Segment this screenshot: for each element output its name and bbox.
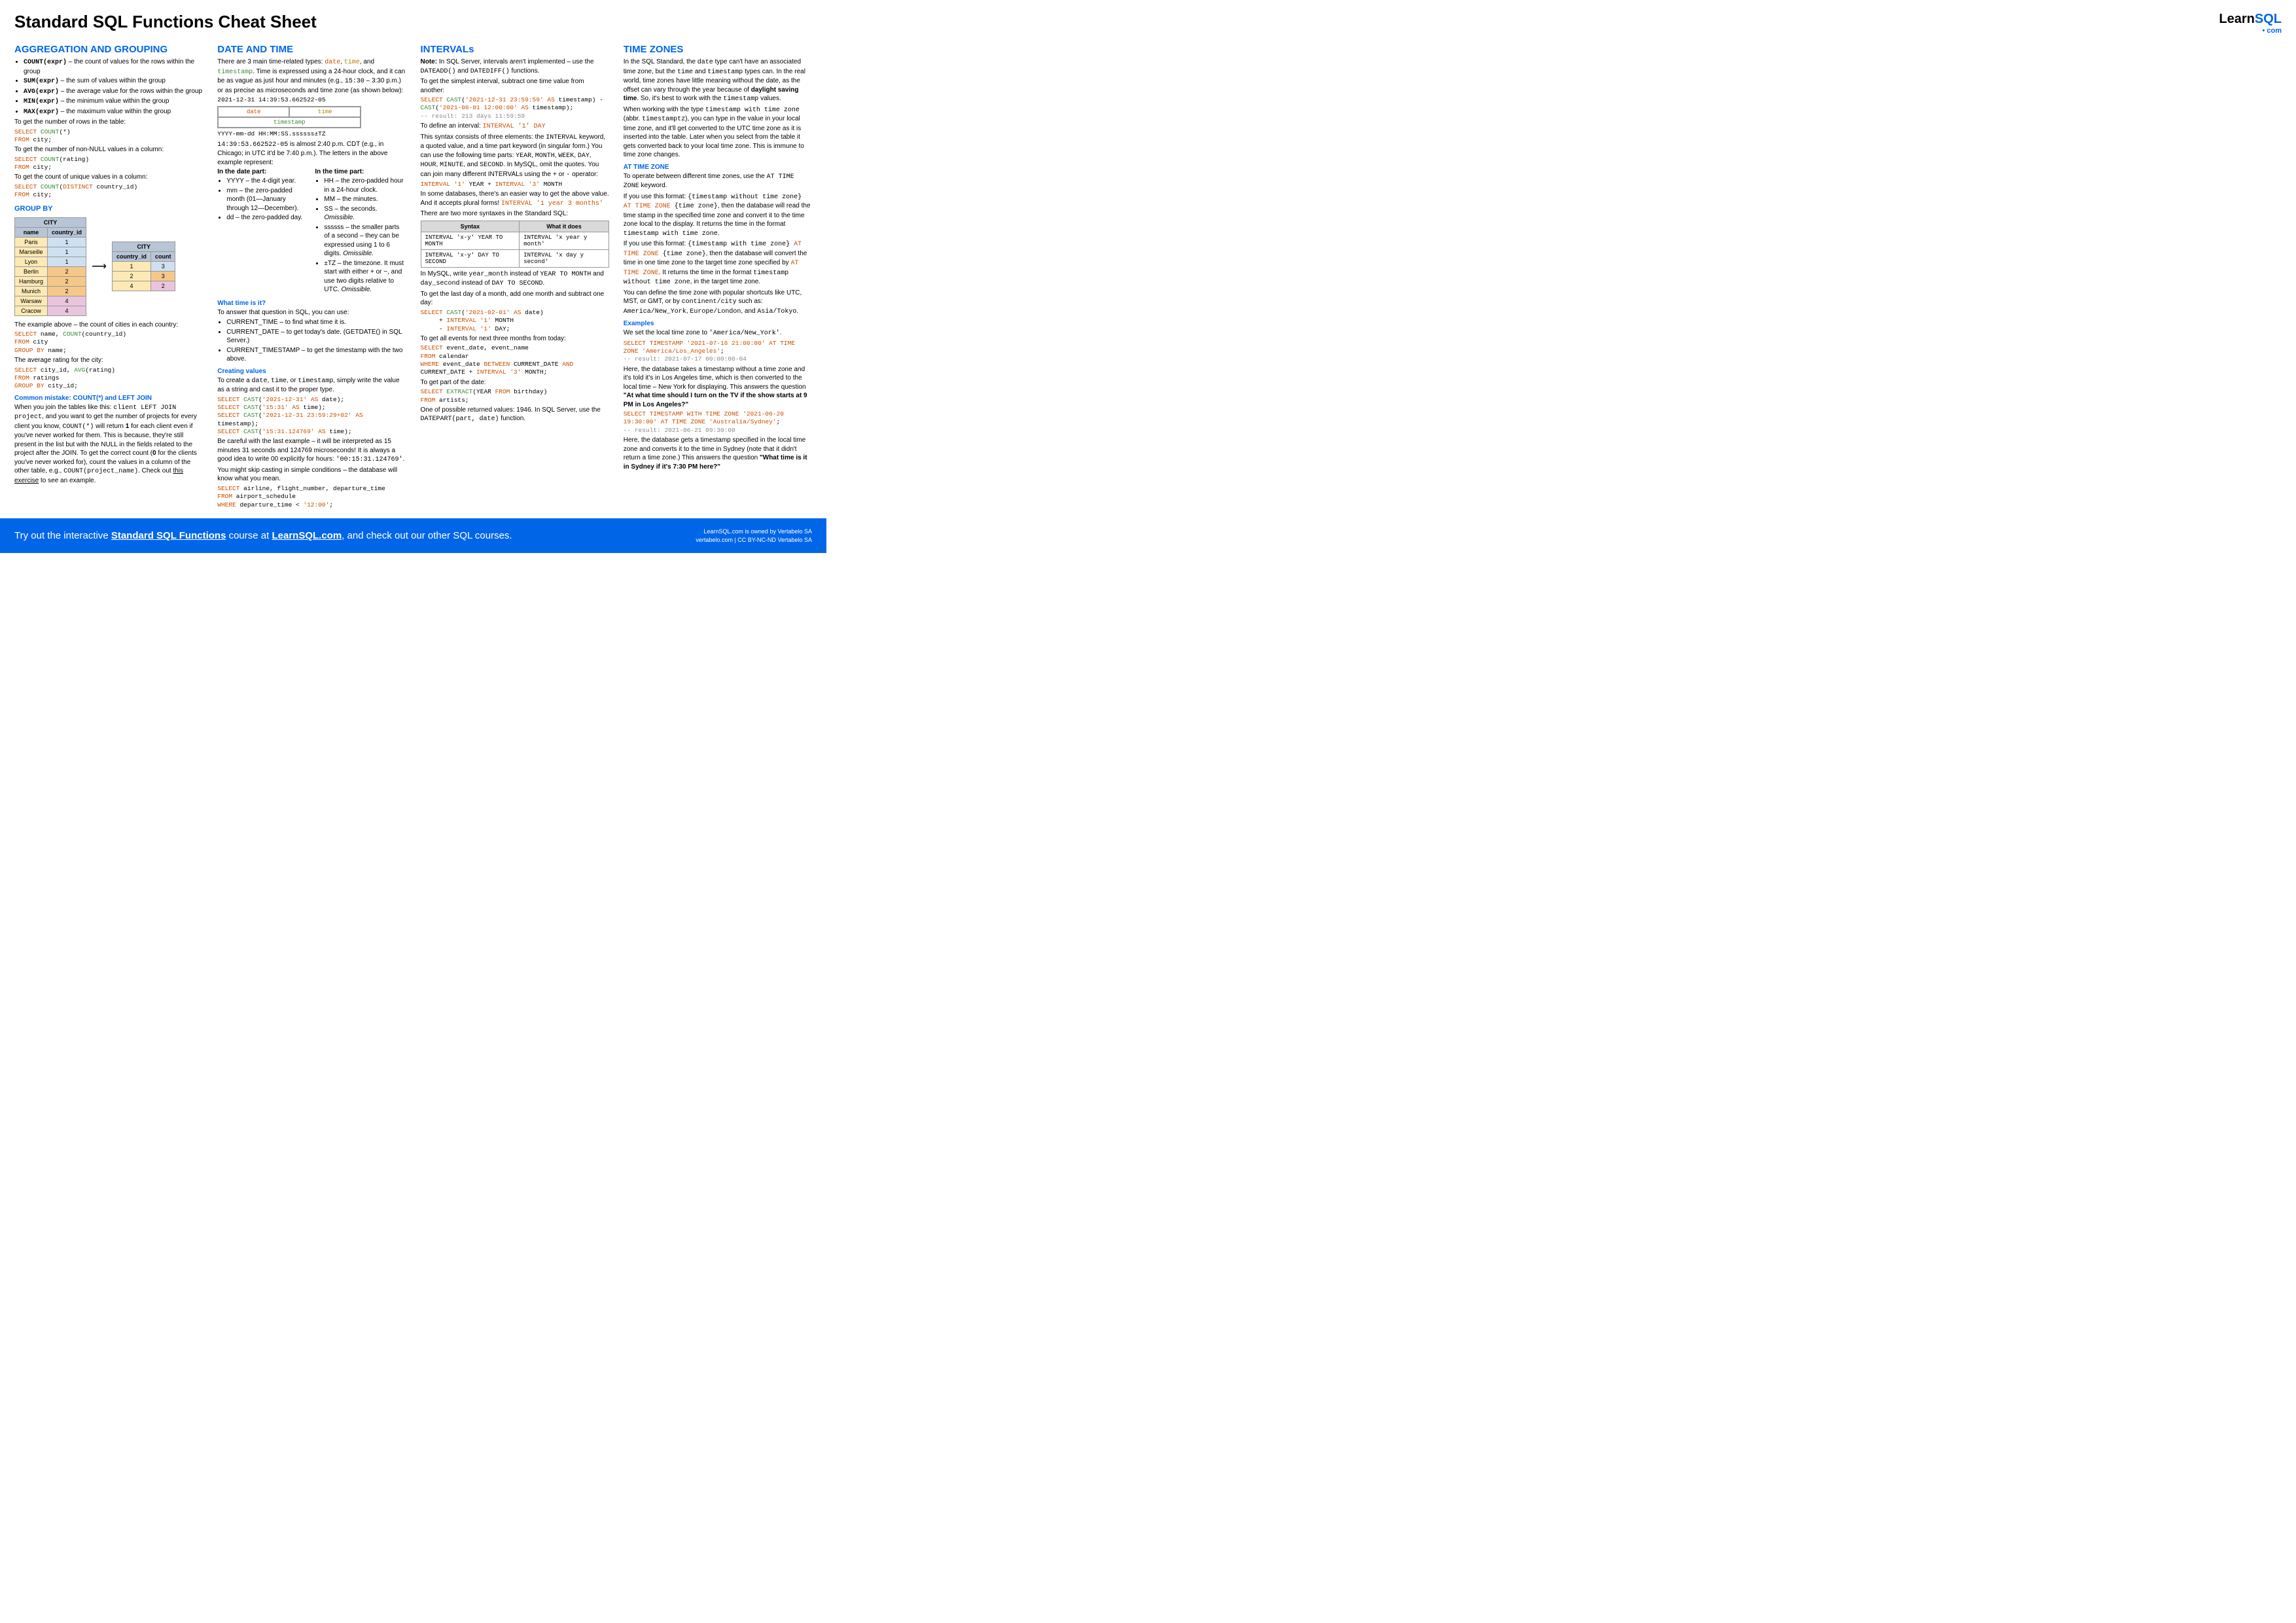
txt: To get the number of non-NULL values in … [14,145,203,154]
agg-list: COUNT(expr) – the count of values for th… [14,58,203,116]
h-atz: AT TIME ZONE [624,164,812,171]
txt: To operate between different time zones,… [624,172,812,191]
txt: This syntax consists of three elements: … [421,133,609,180]
code: SELECT event_date, event_name FROM calen… [421,344,609,376]
footer: Try out the interactive Standard SQL Fun… [0,518,826,553]
txt: Note: In SQL Server, intervals aren't im… [421,58,609,76]
col-aggregation: AGGREGATION AND GROUPING COUNT(expr) – t… [14,41,203,510]
txt: If you use this format: {timestamp with … [624,240,812,287]
code: SELECT TIMESTAMP WITH TIME ZONE '2021-06… [624,410,812,435]
col-intervals: INTERVALs Note: In SQL Server, intervals… [421,41,609,510]
txt: 14:39:53.662522-05 is almost 2:40 p.m. C… [217,140,406,168]
code: SELECT EXTRACT(YEAR FROM birthday) FROM … [421,388,609,404]
txt: To get the number of rows in the table: [14,118,203,127]
txt: We set the local time zone to 'America/N… [624,329,812,338]
code: SELECT city_id, AVG(rating) FROM ratings… [14,366,203,391]
h-int: INTERVALs [421,44,609,55]
list-item: MM – the minutes. [324,195,406,204]
txt: There are two more syntaxes in the Stand… [421,209,609,219]
list-item: ssssss – the smaller parts of a second –… [324,223,406,259]
code: INTERVAL '1' YEAR + INTERVAL '3' MONTH [421,181,609,188]
txt: The example above – the count of cities … [14,321,203,330]
list-item: CURRENT_TIME – to find what time it is. [226,318,406,327]
code: SELECT COUNT(DISTINCT country_id) FROM c… [14,183,203,200]
h-dt: DATE AND TIME [217,44,406,55]
logo: LearnSQL • com [2219,12,2282,35]
txt: Here, the database takes a timestamp wit… [624,365,812,410]
txt: In the SQL Standard, the date type can't… [624,58,812,104]
code: SELECT CAST('2021-12-31' AS date); SELEC… [217,396,406,437]
code: SELECT CAST('2021-02-01' AS date) + INTE… [421,309,609,333]
code: SELECT COUNT(*) FROM city; [14,128,203,145]
h-agg: AGGREGATION AND GROUPING [14,44,203,55]
txt: To get all events for next three months … [421,334,609,344]
txt: To define an interval: INTERVAL '1' DAY [421,122,609,132]
txt: To get the count of unique values in a c… [14,173,203,182]
txt: The average rating for the city: [14,356,203,365]
txt: In some databases, there's an easier way… [421,190,609,208]
txt: To get the simplest interval, subtract o… [421,77,609,95]
txt: You can define the time zone with popula… [624,289,812,317]
list-item: SS – the seconds. Omissible. [324,205,406,223]
ts-sample: 2021-12-31 14:39:53.662522-05 [217,96,406,104]
h-mistake: Common mistake: COUNT(*) and LEFT JOIN [14,395,203,402]
txt: There are 3 main time-related types: dat… [217,58,406,95]
txt: To get the last day of a month, add one … [421,290,609,308]
txt: Here, the database gets a timestamp spec… [624,436,812,471]
arrow-icon: ⟶ [92,260,107,273]
ts-diagram: datetime timestamp [217,106,361,128]
list-item: YYYY – the 4-digit year. [226,177,308,186]
txt: To create a date, time, or timestamp, si… [217,376,406,395]
txt: To answer that question in SQL, you can … [217,308,406,317]
h-ex: Examples [624,320,812,327]
txt: If you use this format: {timestamp witho… [624,192,812,239]
txt: Be careful with the last example – it wi… [217,437,406,465]
list-item: dd – the zero-padded day. [226,213,308,223]
txt: To get part of the date: [421,378,609,387]
code: SELECT COUNT(rating) FROM city; [14,156,203,172]
code: SELECT TIMESTAMP '2021-07-16 21:00:00' A… [624,340,812,364]
col-timezones: TIME ZONES In the SQL Standard, the date… [624,41,812,510]
groupby-diagram: CITYnamecountry_idParis1Marseille1Lyon1B… [14,215,203,318]
list-item: mm – the zero-padded month (01—January t… [226,187,308,213]
list-item: CURRENT_TIMESTAMP – to get the timestamp… [226,346,406,364]
txt: When you join the tables like this: clie… [14,403,203,486]
code: SELECT airline, flight_number, departure… [217,485,406,509]
h-creating: Creating values [217,368,406,375]
txt: One of possible returned values: 1946. I… [421,406,609,424]
h-groupby: GROUP BY [14,205,203,213]
page-title: Standard SQL Functions Cheat Sheet [14,12,812,32]
txt: When working with the type timestamp wit… [624,105,812,160]
h-whattime: What time is it? [217,300,406,307]
col-datetime: DATE AND TIME There are 3 main time-rela… [217,41,406,510]
list-item: CURRENT_DATE – to get today's date. (GET… [226,328,406,346]
list-item: HH – the zero-padded hour in a 24-hour c… [324,177,406,194]
course-link[interactable]: Standard SQL Functions [111,530,226,541]
txt: In MySQL, write year_month instead of YE… [421,270,609,289]
txt: You might skip casting in simple conditi… [217,466,406,484]
syntax-table: SyntaxWhat it does INTERVAL 'x-y' YEAR T… [421,221,609,268]
site-link[interactable]: LearnSQL.com [272,530,342,541]
list-item: ±TZ – the timezone. It must start with e… [324,259,406,294]
code: SELECT name, COUNT(country_id) FROM city… [14,330,203,355]
h-tz: TIME ZONES [624,44,812,55]
code: SELECT CAST('2021-12-31 23:59:59' AS tim… [421,96,609,120]
fmt: YYYY-mm-dd HH:MM:SS.ssssss±TZ [217,130,406,138]
